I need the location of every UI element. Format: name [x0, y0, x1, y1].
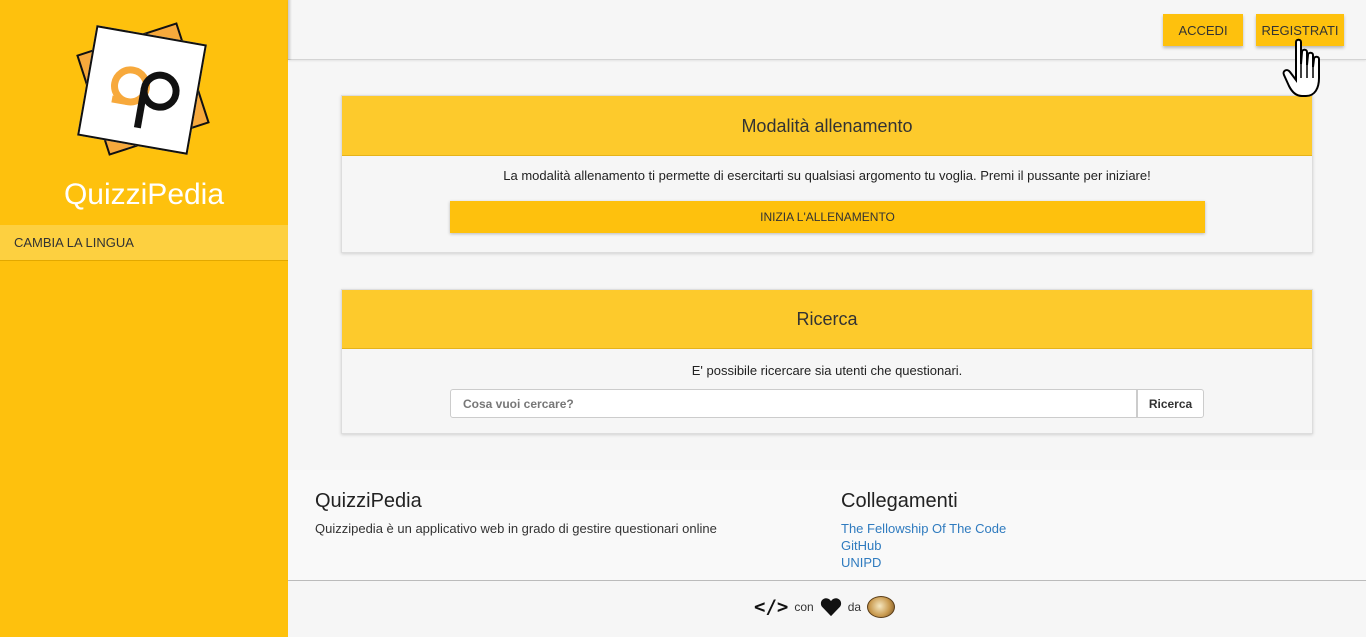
search-card-title: Ricerca [342, 290, 1312, 349]
credits-row: </> con da [754, 596, 896, 618]
footer-about-title: QuizziPedia [315, 490, 422, 512]
search-card: Ricerca E' possibile ricercare sia utent… [341, 289, 1313, 434]
brand-title: QuizziPedia [63, 178, 225, 211]
training-card: Modalità allenamento La modalità allenam… [341, 95, 1313, 253]
hand-cursor-icon [1282, 38, 1320, 97]
change-language-item[interactable]: CAMBIA LA LINGUA [0, 225, 288, 261]
link-github[interactable]: GitHub [841, 538, 881, 553]
code-icon: </> [754, 596, 789, 618]
footer: QuizziPedia Quizzipedia è un applicativo… [288, 470, 1366, 581]
search-input[interactable] [450, 389, 1137, 418]
logo-front-square [77, 25, 207, 155]
qp-logo-icon [111, 66, 180, 129]
team-avatar [867, 596, 896, 618]
footer-about-text: Quizzipedia è un applicativo web in grad… [315, 521, 717, 536]
search-description: E' possibile ricercare sia utenti che qu… [691, 363, 963, 378]
link-unipd[interactable]: UNIPD [841, 555, 881, 570]
training-card-title: Modalità allenamento [342, 96, 1312, 156]
credits-da: da [847, 600, 862, 614]
login-button[interactable]: ACCEDI [1163, 14, 1243, 46]
top-bar-shadow [288, 0, 292, 60]
heart-icon [820, 598, 841, 617]
search-button[interactable]: Ricerca [1137, 389, 1204, 418]
credits-con: con [794, 600, 814, 614]
credits-bar: </> con da [288, 582, 1366, 637]
start-training-button[interactable]: INIZIA L'ALLENAMENTO [450, 201, 1205, 233]
footer-links-title: Collegamenti [841, 490, 958, 512]
training-description: La modalità allenamento ti permette di e… [503, 168, 1151, 183]
link-fellowship[interactable]: The Fellowship Of The Code [841, 521, 1006, 536]
sidebar: QuizziPedia CAMBIA LA LINGUA [0, 0, 288, 637]
quizzipedia-logo[interactable] [76, 22, 212, 162]
